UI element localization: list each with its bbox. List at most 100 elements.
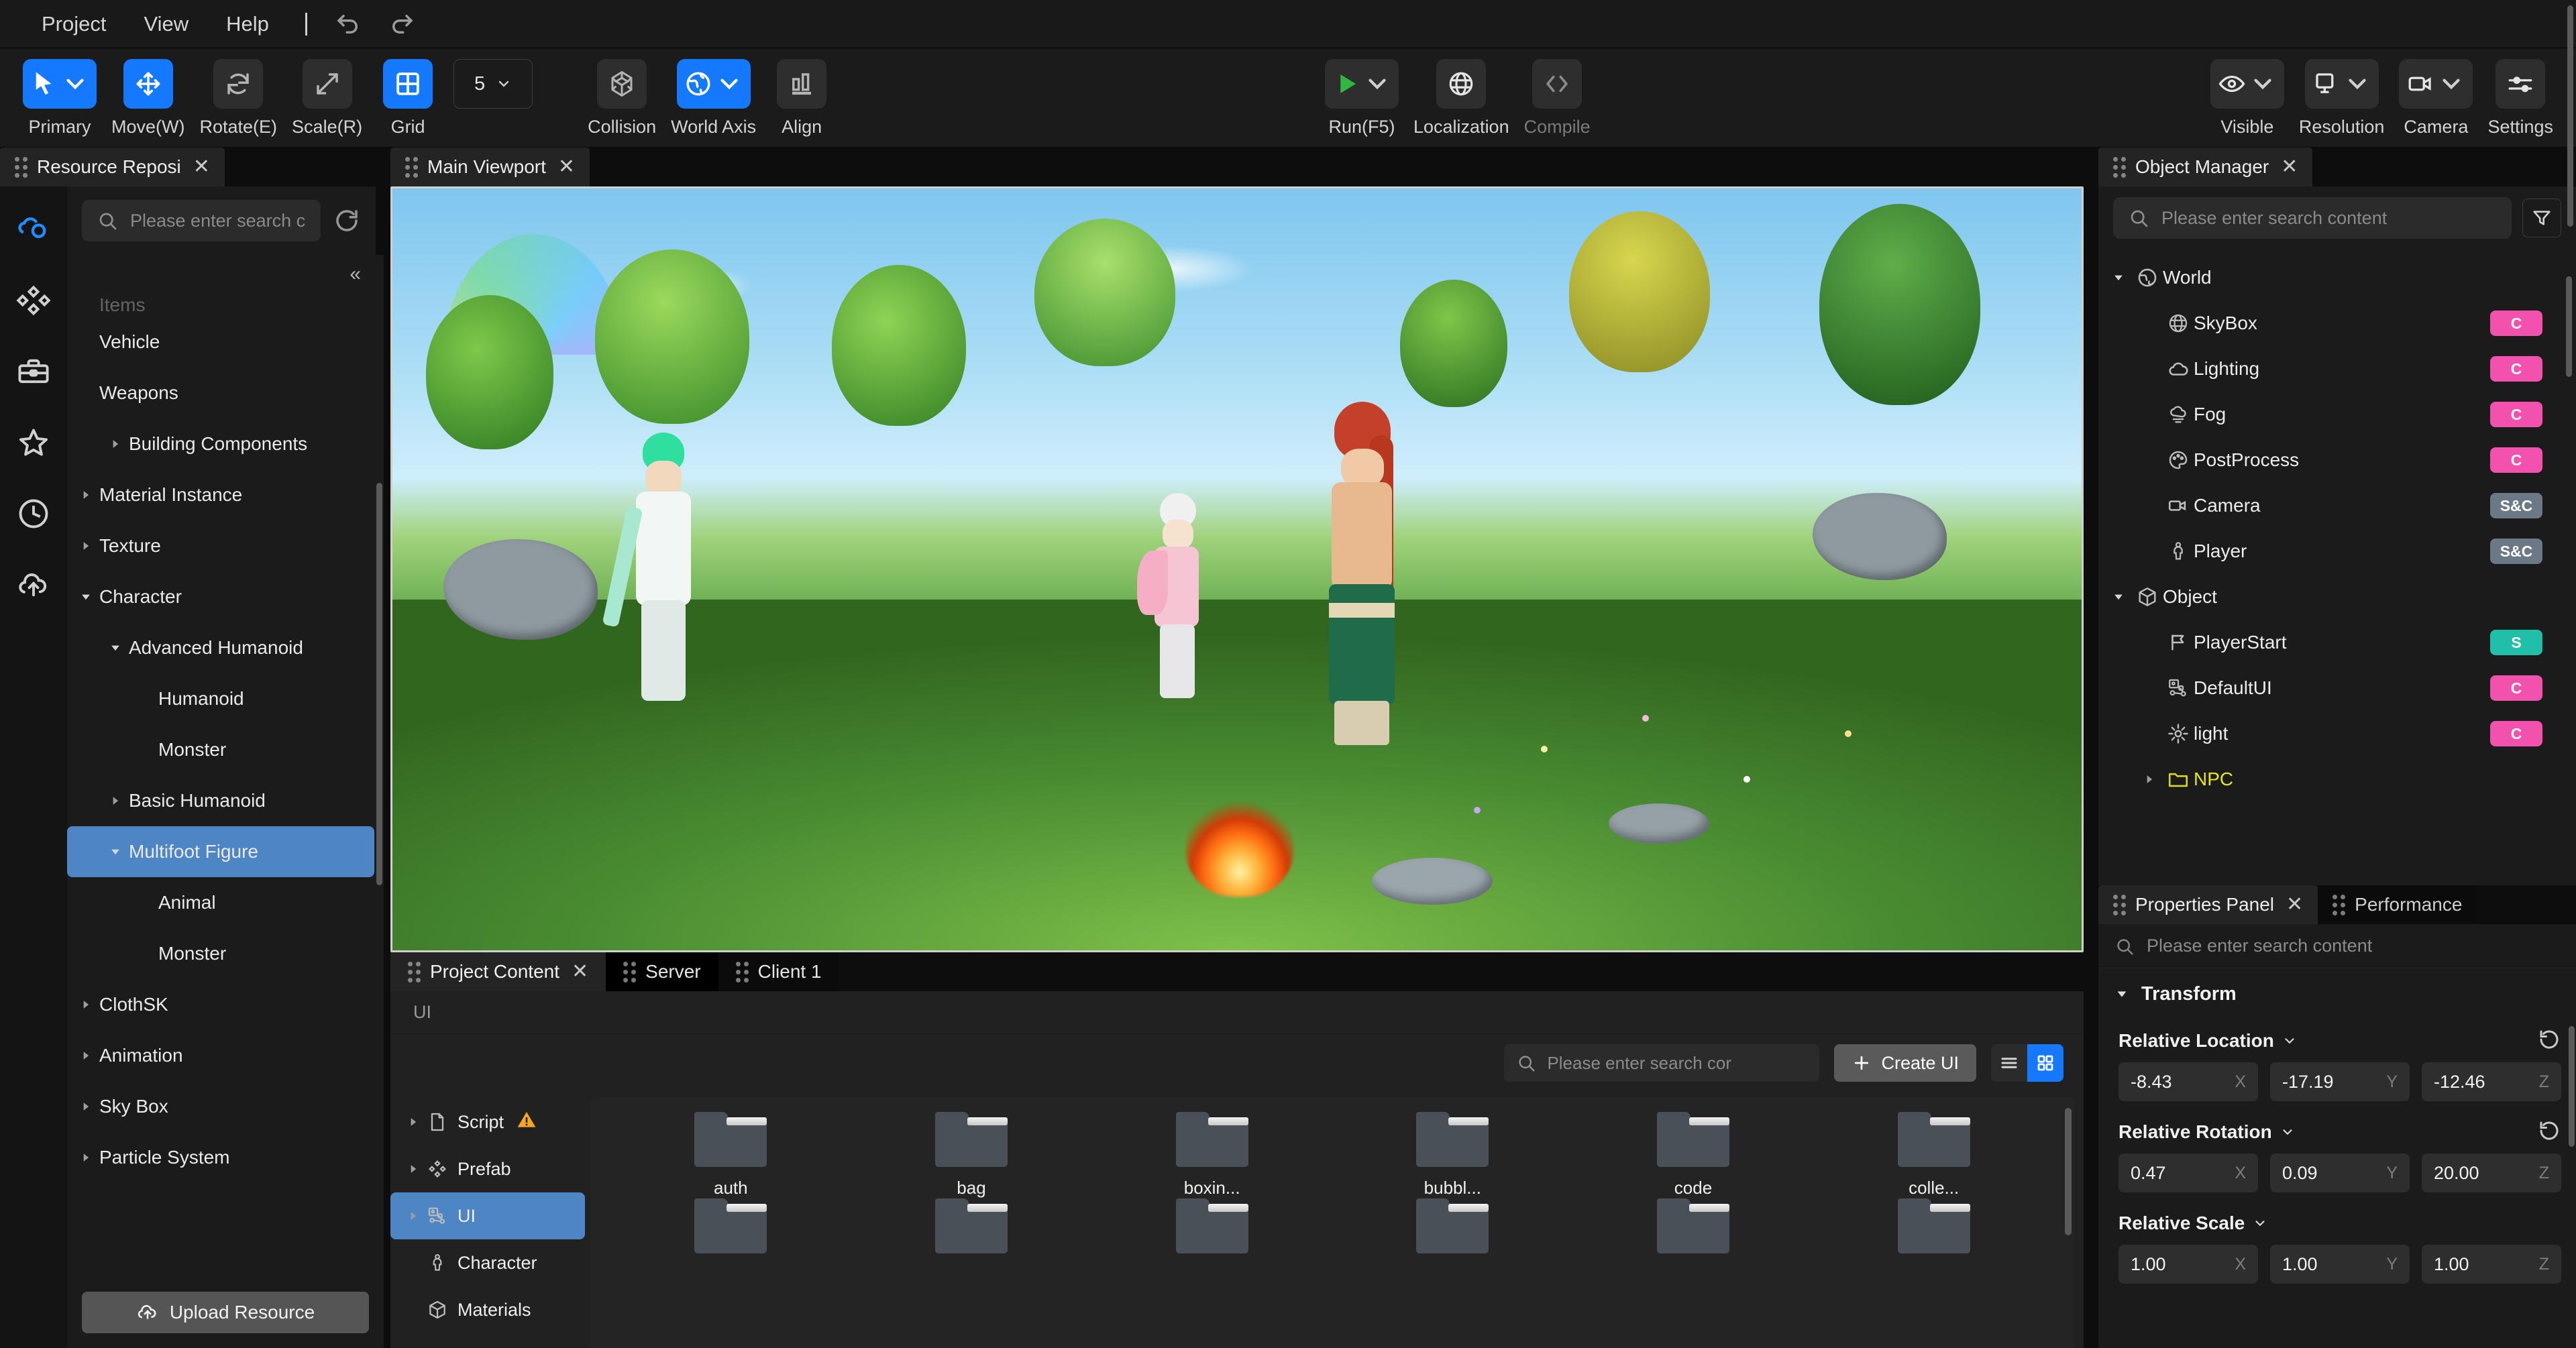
tab-client-1[interactable]: Client 1 [718, 952, 839, 991]
upload-cloud-icon[interactable] [13, 565, 54, 605]
numeric-input-y[interactable]: 0.09 Y [2270, 1154, 2410, 1192]
transform-section-header[interactable]: Transform [2098, 968, 2576, 1019]
resource-tree-item[interactable]: Texture [67, 520, 374, 571]
tab-resource-repository[interactable]: Resource Reposi ✕ [0, 148, 225, 186]
properties-search-input[interactable]: Please enter search content [2098, 924, 2576, 968]
list-view-icon[interactable] [1991, 1044, 2027, 1082]
object-manager-item[interactable]: Player S&C [2105, 528, 2561, 574]
tab-main-viewport[interactable]: Main Viewport ✕ [390, 148, 590, 186]
grid-view-icon[interactable] [2027, 1044, 2063, 1082]
tool-compile[interactable]: Compile [1524, 59, 1591, 137]
property-group-title[interactable]: Relative Location [2118, 1030, 2297, 1052]
folder-item[interactable] [1091, 1198, 1332, 1285]
star-icon[interactable] [13, 423, 54, 463]
resource-cloud-icon[interactable] [13, 209, 54, 249]
resource-tree-item[interactable]: Animal [67, 877, 374, 928]
folder-item[interactable]: bubbl... [1332, 1112, 1573, 1198]
project-content-tree-item[interactable]: Character [390, 1239, 585, 1286]
caret-down-icon[interactable] [2105, 590, 2132, 604]
caret-right-icon[interactable] [400, 1115, 427, 1129]
resource-tree-item[interactable]: ClothSK [67, 979, 374, 1030]
caret-down-icon[interactable] [72, 590, 99, 604]
property-group-title[interactable]: Relative Rotation [2118, 1121, 2295, 1143]
object-manager-item[interactable]: SkyBox C [2105, 300, 2561, 346]
tool-scale[interactable]: Scale(R) [292, 59, 362, 137]
menu-item-help[interactable]: Help [207, 12, 288, 36]
resource-tree-item[interactable]: Character [67, 571, 374, 622]
close-icon[interactable]: ✕ [572, 962, 588, 982]
menu-item-project[interactable]: Project [23, 12, 125, 36]
viewport-3d-scene[interactable] [390, 186, 2084, 952]
resource-tree-item[interactable]: Animation [67, 1030, 374, 1081]
caret-right-icon[interactable] [400, 1209, 427, 1223]
grid-size-dropdown[interactable]: 5 [453, 59, 533, 109]
close-icon[interactable]: ✕ [193, 157, 210, 177]
tool-resolution[interactable]: Resolution [2299, 59, 2384, 137]
numeric-input-x[interactable]: 1.00 X [2118, 1245, 2258, 1284]
numeric-input-z[interactable]: -12.46 Z [2422, 1062, 2561, 1101]
caret-down-icon[interactable] [102, 845, 129, 858]
tool-visible[interactable]: Visible [2210, 59, 2284, 137]
drag-handle-icon[interactable] [2332, 894, 2346, 915]
drag-handle-icon[interactable] [408, 961, 421, 982]
folder-item[interactable] [1813, 1198, 2054, 1285]
prefab-icon[interactable] [13, 280, 54, 321]
tool-run[interactable]: Run(F5) [1325, 59, 1399, 137]
resource-tree-item[interactable]: Items [67, 294, 374, 317]
drag-handle-icon[interactable] [623, 961, 637, 982]
upload-resource-button[interactable]: Upload Resource [82, 1292, 369, 1333]
history-icon[interactable] [13, 494, 54, 534]
resource-tree-item[interactable]: Humanoid [67, 673, 374, 724]
menu-item-view[interactable]: View [125, 12, 207, 36]
resource-tree-item[interactable]: Multifoot Figure [67, 826, 374, 877]
folder-item[interactable] [1332, 1198, 1573, 1285]
tool-localization[interactable]: Localization [1413, 59, 1509, 137]
caret-right-icon[interactable] [72, 1151, 99, 1164]
project-content-search-input[interactable]: Please enter search cor [1504, 1044, 1820, 1082]
folder-item[interactable]: code [1573, 1112, 1814, 1198]
project-content-tree-item[interactable]: Materials [390, 1286, 585, 1333]
caret-right-icon[interactable] [72, 1100, 99, 1113]
project-content-tree-item[interactable]: UI [390, 1192, 585, 1239]
caret-down-icon[interactable] [102, 641, 129, 655]
tab-performance[interactable]: Performance [2318, 885, 2477, 924]
drag-handle-icon[interactable] [15, 156, 28, 178]
resource-tree-item[interactable]: Advanced Humanoid [67, 622, 374, 673]
folder-item[interactable] [851, 1198, 1092, 1285]
grid-size-selector[interactable]: 5 [453, 59, 533, 109]
properties-scrollbar[interactable] [2569, 1026, 2575, 1147]
resource-tree-item[interactable]: Material Instance [67, 469, 374, 520]
project-content-tree-item[interactable]: Script [390, 1099, 585, 1145]
object-manager-item[interactable]: Camera S&C [2105, 483, 2561, 528]
drag-handle-icon[interactable] [405, 156, 418, 178]
resource-search-input[interactable]: Please enter search content [82, 200, 321, 241]
drag-handle-icon[interactable] [2113, 894, 2126, 915]
folder-grid-scrollbar[interactable] [2065, 1108, 2072, 1235]
object-manager-item[interactable]: PlayerStart S [2105, 620, 2561, 665]
object-manager-item[interactable]: Fog C [2105, 392, 2561, 437]
tool-align[interactable]: Align [771, 59, 833, 137]
tool-primary[interactable]: Primary [23, 59, 97, 137]
tool-grid[interactable]: Grid [377, 59, 439, 137]
caret-down-icon[interactable] [2105, 271, 2132, 284]
drag-handle-icon[interactable] [735, 961, 749, 982]
caret-right-icon[interactable] [72, 488, 99, 502]
resource-tree-item[interactable]: Monster [67, 928, 374, 979]
object-manager-search-input[interactable]: Please enter search content [2113, 197, 2512, 239]
refresh-icon[interactable] [333, 207, 361, 235]
reset-icon[interactable] [2537, 1027, 2561, 1055]
object-manager-item[interactable]: Lighting C [2105, 346, 2561, 392]
tool-collision[interactable]: Collision [588, 59, 656, 137]
numeric-input-y[interactable]: -17.19 Y [2270, 1062, 2410, 1101]
object-manager-item[interactable]: light C [2105, 711, 2561, 756]
object-manager-item[interactable]: NPC [2105, 756, 2561, 802]
undo-icon[interactable] [333, 9, 364, 40]
caret-right-icon[interactable] [72, 539, 99, 553]
folder-item[interactable] [1573, 1198, 1814, 1285]
project-content-tree-scrollbar[interactable] [2567, 5, 2573, 227]
project-content-tree-item[interactable]: Prefab [390, 1145, 585, 1192]
resource-tree-item[interactable]: Monster [67, 724, 374, 775]
resource-tree-item[interactable]: Particle System [67, 1132, 374, 1183]
resource-tree-item[interactable]: Sky Box [67, 1081, 374, 1132]
object-manager-item[interactable]: PostProcess C [2105, 437, 2561, 483]
